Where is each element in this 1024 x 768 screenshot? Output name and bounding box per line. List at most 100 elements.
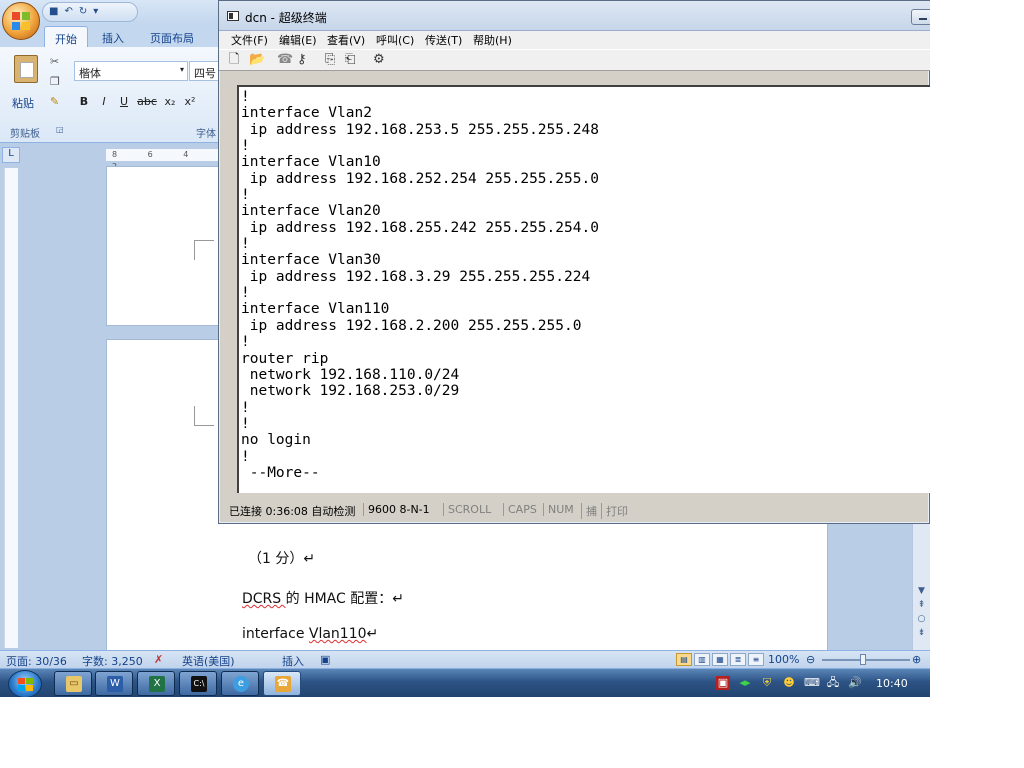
web-layout-icon[interactable]: ▦ — [712, 653, 728, 666]
terminal-output-area[interactable]: ! interface Vlan2 ip address 192.168.253… — [237, 85, 930, 493]
view-buttons: ▤ ▥ ▦ ≣ ≡ — [676, 653, 764, 666]
underline-button[interactable]: U — [116, 93, 132, 111]
menu-edit[interactable]: 编辑(E) — [279, 32, 317, 48]
doc-text: DCRS — [242, 591, 286, 607]
print-layout-view-icon[interactable]: ▤ — [676, 653, 692, 666]
previous-page-icon[interactable]: ⇞ — [913, 598, 930, 612]
security-tray-icon[interactable]: ▣ — [716, 676, 730, 690]
taskbar-excel-button[interactable]: X — [137, 671, 175, 696]
undo-icon[interactable]: ↶ — [64, 5, 72, 19]
network-tray-icon[interactable]: ◂▸ — [738, 676, 752, 690]
doc-text: interface — [242, 626, 309, 642]
menu-view[interactable]: 查看(V) — [327, 32, 365, 48]
doc-text: ↵ — [366, 626, 379, 642]
language-status[interactable]: 英语(美国) — [182, 653, 235, 669]
hyperterminal-icon — [227, 11, 239, 21]
font-name-value: 楷体 — [79, 67, 101, 80]
tab-home[interactable]: 开始 — [44, 26, 88, 48]
zoom-out-icon[interactable]: ⊖ — [806, 653, 815, 666]
draft-view-icon[interactable]: ≡ — [748, 653, 764, 666]
windows-logo-icon — [18, 678, 33, 691]
subscript-button[interactable]: x₂ — [162, 93, 178, 111]
office-button[interactable] — [2, 2, 40, 40]
zoom-slider-thumb[interactable] — [860, 654, 866, 665]
select-browse-object-icon[interactable]: ○ — [913, 612, 930, 626]
horizontal-ruler: 8 6 4 2 — [106, 149, 236, 171]
next-page-icon[interactable]: ⇟ — [913, 626, 930, 640]
taskbar-clock[interactable]: 10:40 — [876, 677, 908, 690]
hyperterminal-icon: ☎ — [275, 676, 291, 692]
menu-transfer[interactable]: 传送(T) — [425, 32, 462, 48]
send-icon[interactable]: ⎘ — [325, 52, 335, 68]
zoom-slider[interactable] — [822, 659, 910, 661]
open-icon[interactable]: 📂 — [249, 52, 265, 68]
cut-icon[interactable]: ✂ — [50, 55, 59, 68]
zoom-in-icon[interactable]: ⊕ — [912, 653, 921, 666]
clipboard-group-label: 剪贴板 — [10, 129, 40, 140]
num-indicator: NUM — [543, 503, 578, 516]
properties-icon[interactable]: ⚙ — [373, 52, 385, 68]
strikethrough-button[interactable]: abc — [136, 93, 158, 111]
full-screen-reading-icon[interactable]: ▥ — [694, 653, 710, 666]
scroll-down-icon[interactable]: ▼ — [913, 584, 930, 598]
network-connection-icon[interactable]: 🖧 — [826, 676, 840, 690]
doc-text: 的 HMAC 配置：↵ — [285, 591, 404, 607]
superscript-button[interactable]: x² — [182, 93, 198, 111]
document-page-1 — [106, 166, 236, 326]
caps-indicator: CAPS — [503, 503, 541, 516]
copy-icon[interactable]: ❐ — [50, 75, 60, 88]
tab-selector-button[interactable]: L — [2, 147, 20, 163]
taskbar-hyperterminal-button[interactable]: ☎ — [263, 671, 301, 696]
macro-record-icon[interactable]: ▣ — [320, 653, 330, 666]
clipboard-icon — [14, 55, 38, 83]
connection-status: 已连接 0:36:08 自动检测 — [229, 505, 356, 518]
start-button[interactable] — [8, 670, 42, 697]
receive-icon[interactable]: ⎗ — [345, 52, 355, 68]
page-count[interactable]: 页面: 30/36 — [6, 653, 67, 669]
paste-button[interactable]: 粘贴 — [8, 53, 44, 123]
device-tray-icon[interactable]: ⌨ — [804, 676, 820, 690]
desktop: ■ ↶ ↻ ▾ 开始 插入 页面布局 粘贴 ✂ ❐ ✎ 楷体 ▾ 四号 B I … — [0, 0, 930, 697]
menu-call[interactable]: 呼叫(C) — [376, 32, 414, 48]
italic-button[interactable]: I — [96, 93, 112, 111]
taskbar-cmd-button[interactable]: C:\ — [179, 671, 217, 696]
font-group-label: 字体 — [196, 129, 216, 140]
ie-icon: e — [233, 676, 249, 692]
outline-view-icon[interactable]: ≣ — [730, 653, 746, 666]
taskbar-ie-button[interactable]: e — [221, 671, 259, 696]
zoom-level[interactable]: 100% — [768, 653, 799, 666]
office-logo-icon — [12, 12, 30, 30]
terminal-titlebar[interactable]: dcn - 超级终端 — [219, 1, 930, 31]
minimize-button[interactable] — [911, 9, 930, 25]
shield-icon[interactable]: ⛨ — [760, 676, 774, 690]
menu-help[interactable]: 帮助(H) — [473, 32, 512, 48]
bold-button[interactable]: B — [76, 93, 92, 111]
call-icon[interactable]: ☎ — [277, 52, 293, 68]
menu-file[interactable]: 文件(F) — [231, 32, 268, 48]
tab-page-layout[interactable]: 页面布局 — [140, 26, 204, 48]
taskbar-word-button[interactable]: W — [95, 671, 133, 696]
font-name-select[interactable]: 楷体 ▾ — [74, 61, 188, 81]
chevron-down-icon: ▾ — [179, 65, 184, 74]
word-icon: W — [107, 676, 123, 692]
doc-text: Vlan110 — [308, 626, 367, 642]
word-count[interactable]: 字数: 3,250 — [82, 653, 143, 669]
user-tray-icon[interactable]: ☻ — [782, 676, 796, 690]
new-connection-icon[interactable]: 🗋 — [229, 52, 239, 68]
format-painter-icon[interactable]: ✎ — [50, 95, 59, 108]
proofing-icon[interactable]: ✗ — [154, 653, 163, 666]
disconnect-icon[interactable]: ⚷ — [297, 52, 307, 68]
tab-insert[interactable]: 插入 — [92, 26, 134, 48]
save-icon[interactable]: ■ — [49, 5, 58, 19]
format-buttons: B I U abc x₂ x² — [76, 93, 198, 111]
vertical-scrollbar[interactable]: ▼ ⇞ ○ ⇟ — [912, 524, 930, 650]
customize-qat-icon[interactable]: ▾ — [93, 5, 98, 19]
taskbar-explorer-button[interactable]: ▭ — [54, 671, 92, 696]
redo-icon[interactable]: ↻ — [79, 5, 87, 19]
paste-label: 粘贴 — [12, 97, 34, 110]
vertical-ruler — [4, 168, 18, 648]
dialog-launcher-icon[interactable]: ◲ — [56, 125, 64, 134]
insert-mode[interactable]: 插入 — [282, 653, 304, 669]
volume-icon[interactable]: 🔊 — [848, 676, 862, 690]
doc-hmac-line: DCRS 的 HMAC 配置：↵ — [242, 588, 404, 608]
